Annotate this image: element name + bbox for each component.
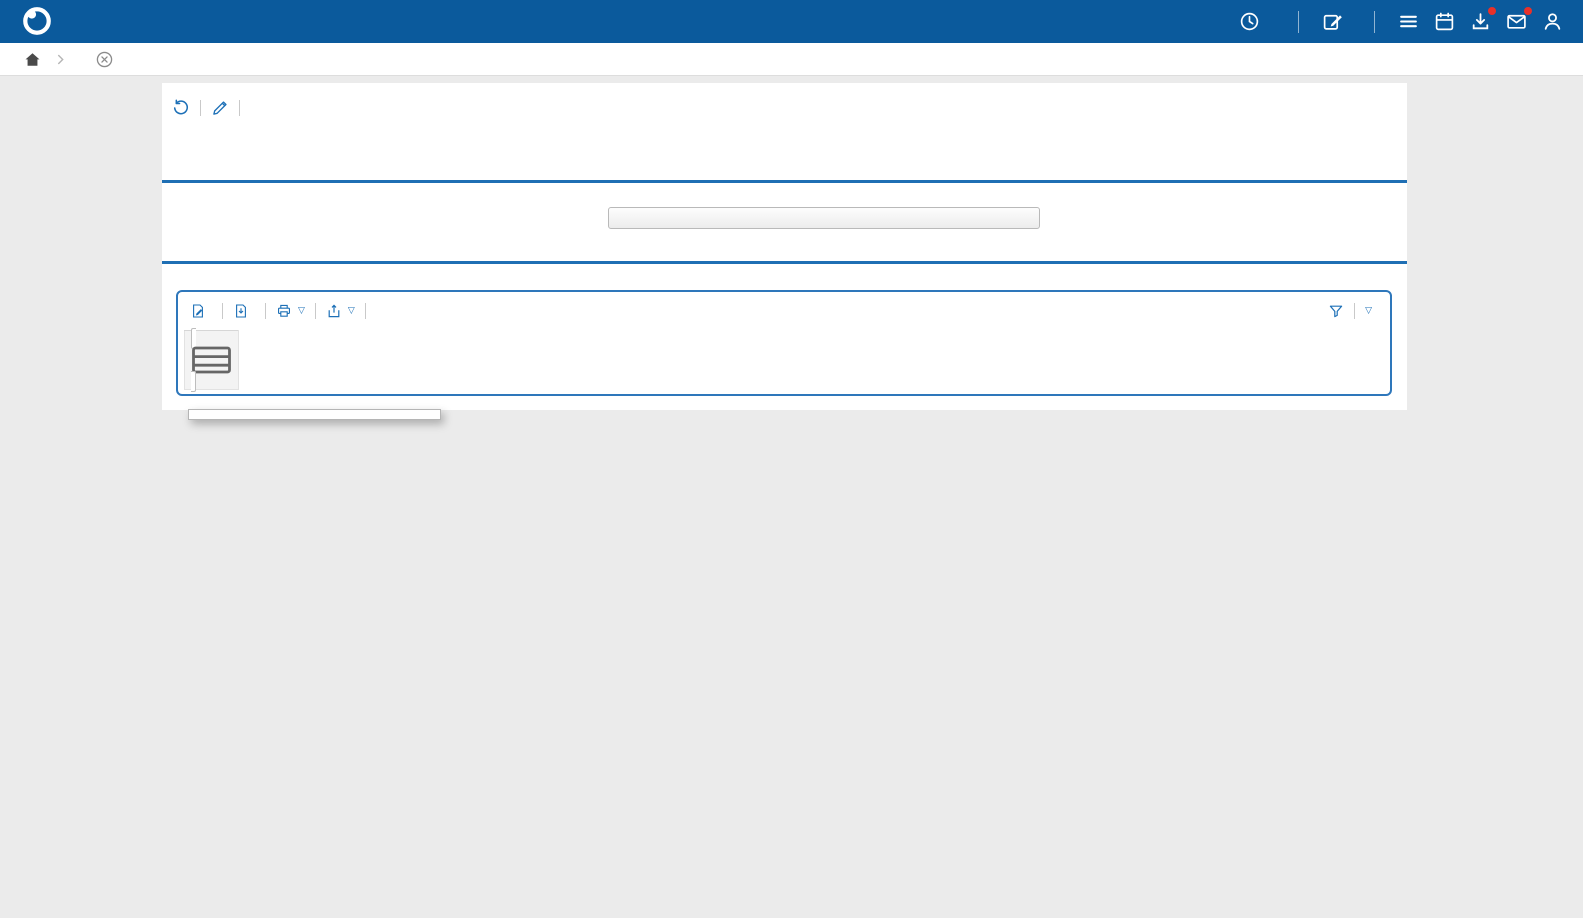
printer-icon xyxy=(276,303,292,319)
print-grid-button[interactable]: ▽ xyxy=(276,303,305,319)
column-header-actions xyxy=(185,331,239,390)
nen-logo-icon xyxy=(22,6,52,36)
divider xyxy=(1354,303,1355,319)
pencil-square-icon xyxy=(1322,11,1343,32)
divider xyxy=(239,100,240,116)
table-header-row xyxy=(185,331,1385,390)
app-header xyxy=(0,0,1583,43)
filter-selector[interactable]: ▽ xyxy=(1365,307,1378,316)
grid-body xyxy=(184,330,1384,390)
divider xyxy=(365,303,366,319)
divider xyxy=(1298,11,1299,33)
create-vz-button[interactable] xyxy=(1322,11,1351,32)
row-context-menu xyxy=(188,409,441,420)
document-edit-icon xyxy=(190,303,206,319)
download-offers-button[interactable] xyxy=(233,303,255,319)
chevron-right-icon xyxy=(57,54,64,65)
hamburger-menu-icon[interactable] xyxy=(1398,11,1419,32)
register-offer-button[interactable] xyxy=(190,303,212,319)
grid-toolbar: ▽ ▽ ▽ xyxy=(184,298,1384,330)
history-icon[interactable] xyxy=(172,99,190,117)
home-icon[interactable] xyxy=(24,51,41,68)
mail-icon[interactable] xyxy=(1506,11,1527,32)
section-rule xyxy=(162,180,1407,183)
column-settings-icon[interactable] xyxy=(191,328,232,392)
offers-table xyxy=(184,330,1384,390)
page-background: ▽ ▽ ▽ xyxy=(0,76,1583,410)
export-icon xyxy=(326,303,342,319)
filter-funnel-icon[interactable] xyxy=(1328,303,1344,319)
tab-bar xyxy=(162,131,1407,158)
calendar-icon[interactable] xyxy=(1434,11,1455,32)
divider xyxy=(200,100,201,116)
offers-grid-panel: ▽ ▽ ▽ xyxy=(176,290,1392,396)
close-record-icon[interactable] xyxy=(96,51,113,68)
mail-badge xyxy=(1524,7,1532,15)
divider xyxy=(1374,11,1375,33)
chevron-down-icon: ▽ xyxy=(348,307,355,316)
content-card: ▽ ▽ ▽ xyxy=(162,83,1407,410)
download-badge xyxy=(1488,7,1496,15)
chevron-down-icon: ▽ xyxy=(298,307,305,316)
divider xyxy=(222,303,223,319)
grid-filter-area: ▽ xyxy=(1328,303,1378,319)
export-grid-button[interactable]: ▽ xyxy=(326,303,355,319)
edit-pencil-icon[interactable] xyxy=(211,99,229,117)
nen-logo[interactable] xyxy=(22,6,66,38)
header-actions xyxy=(1239,11,1563,33)
divider xyxy=(315,303,316,319)
chevron-down-icon: ▽ xyxy=(1365,307,1372,316)
user-icon[interactable] xyxy=(1542,11,1563,32)
send-request-button[interactable] xyxy=(608,207,1040,229)
breadcrumb xyxy=(0,43,1583,76)
download-icon[interactable] xyxy=(1470,11,1491,32)
section-rule xyxy=(162,261,1407,264)
record-toolbar xyxy=(162,89,1407,123)
divider xyxy=(265,303,266,319)
document-download-icon xyxy=(233,303,249,319)
clock-icon xyxy=(1239,11,1260,32)
